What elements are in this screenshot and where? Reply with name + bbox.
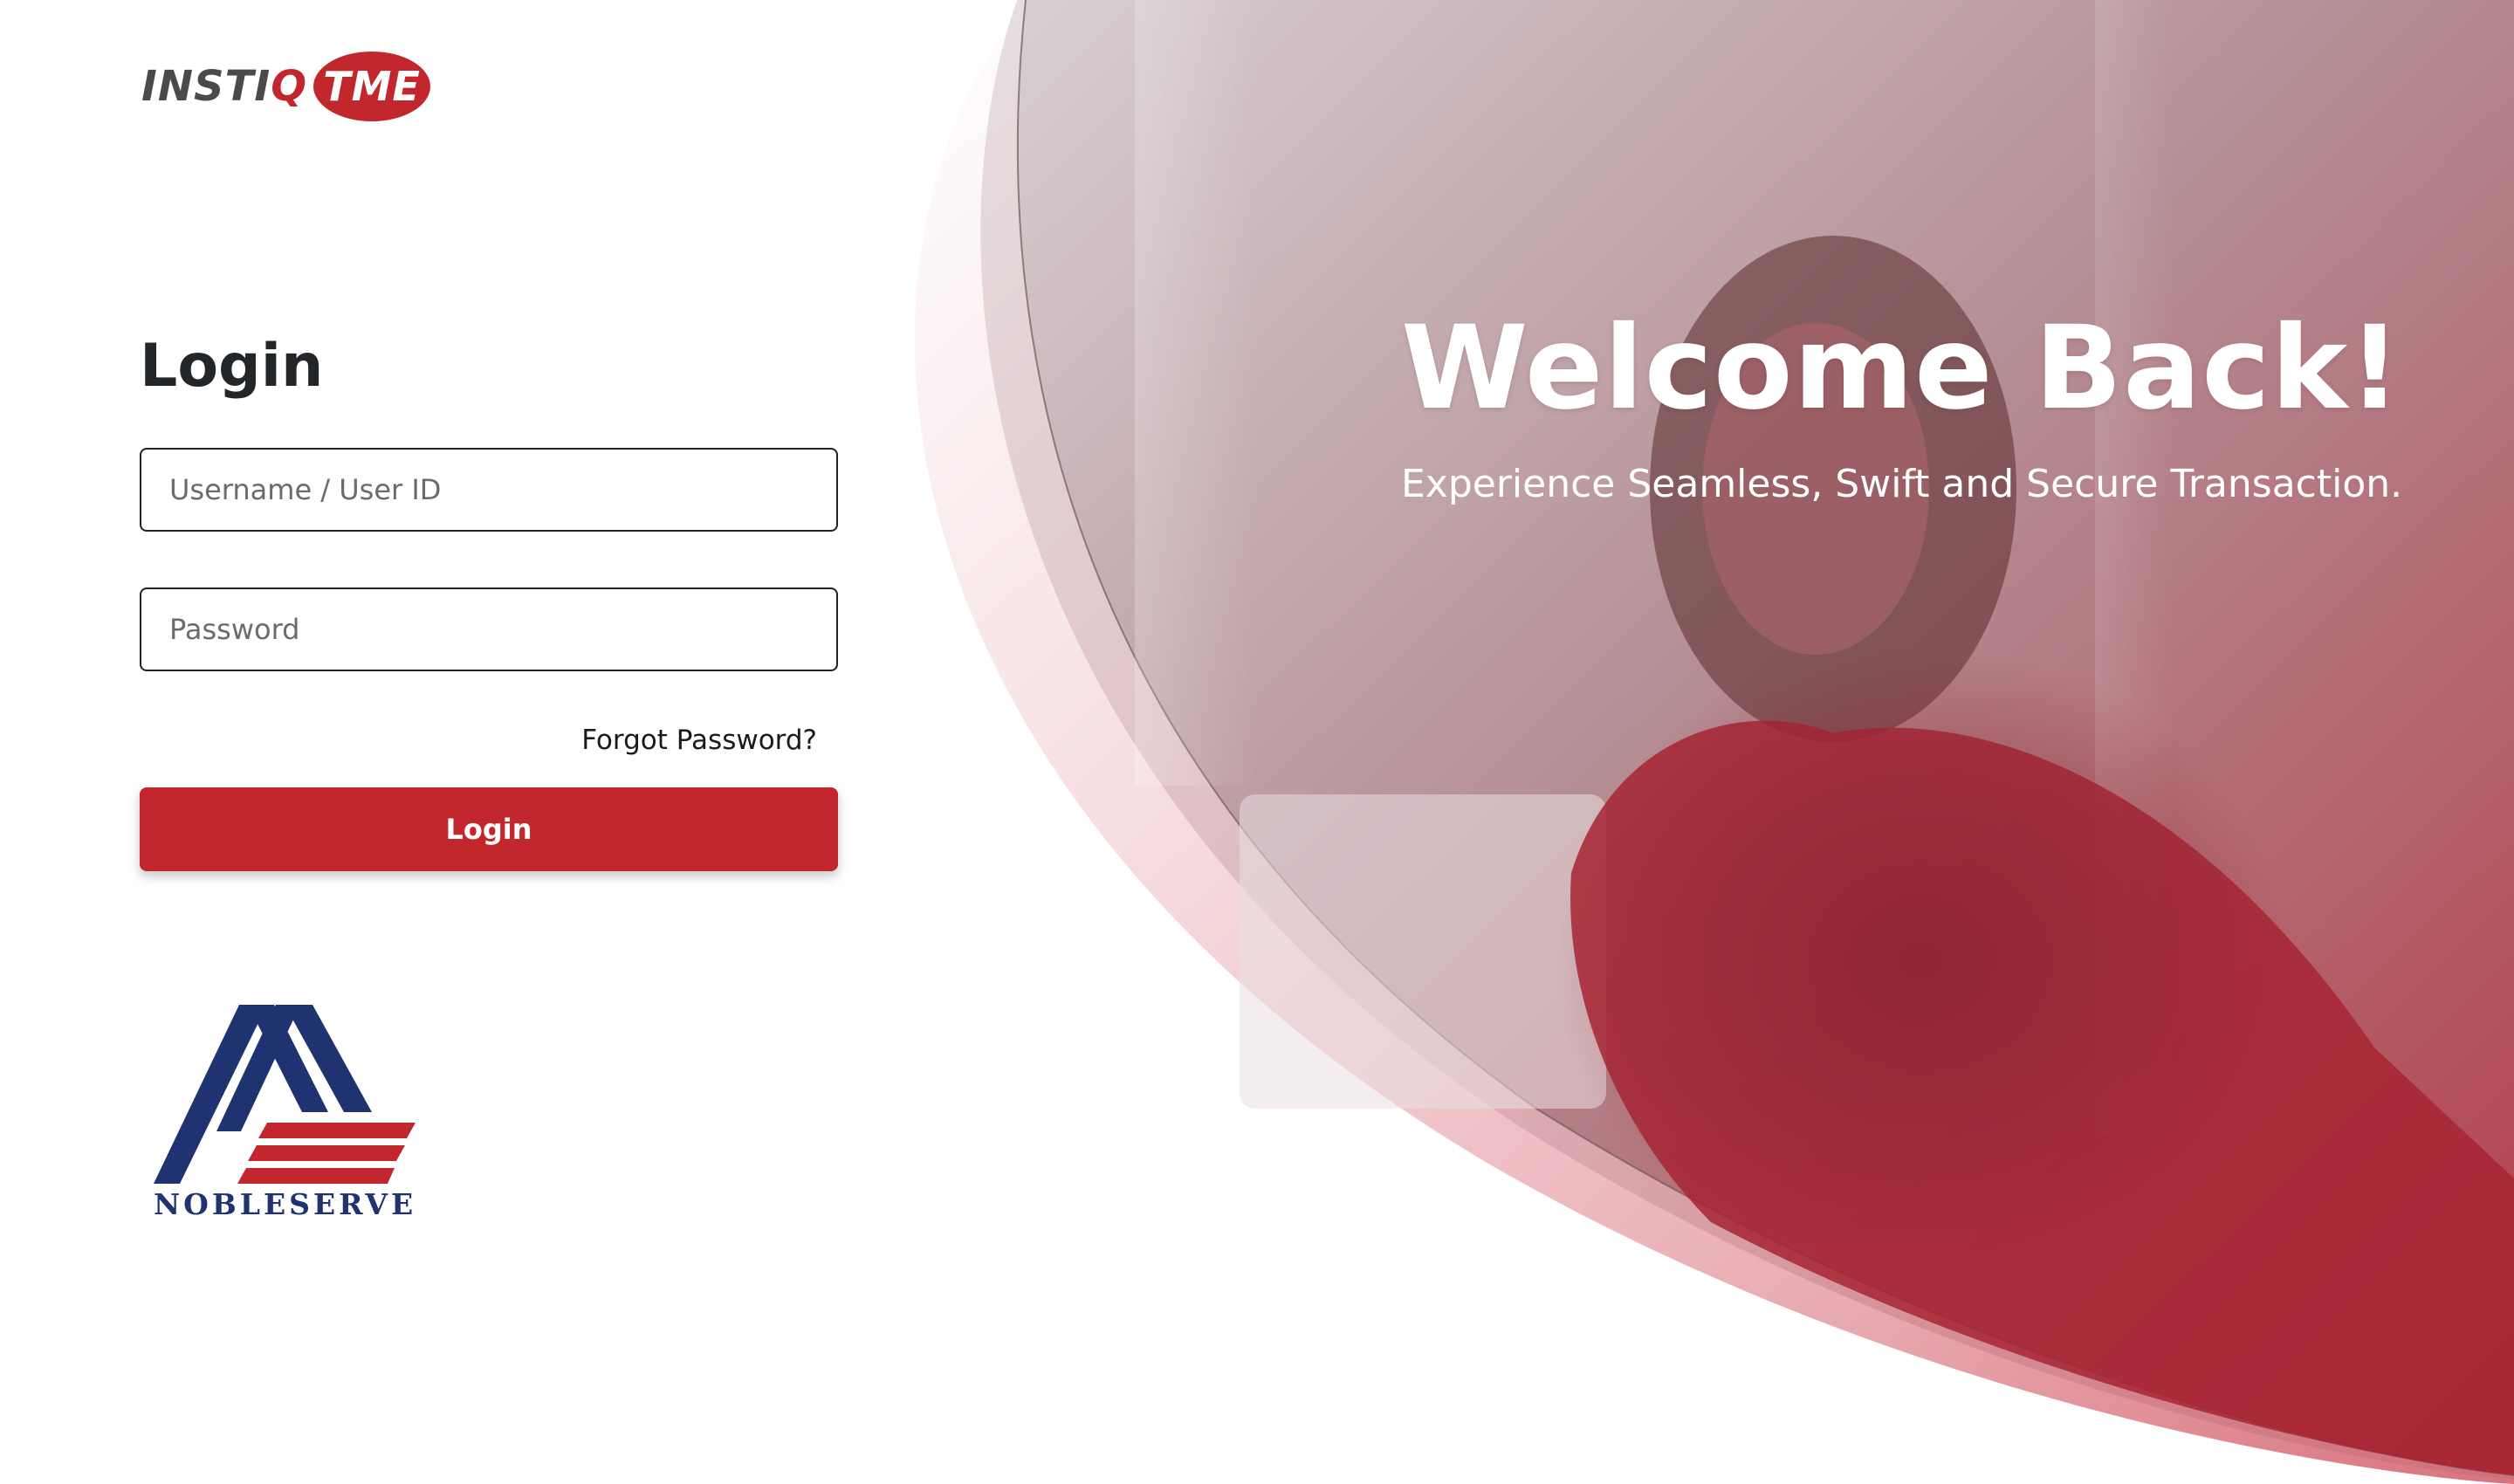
logo-pill: TME [313, 52, 431, 121]
login-button[interactable]: Login [140, 787, 838, 871]
password-input[interactable] [140, 587, 838, 671]
nobleserve-emblem-icon [154, 1005, 416, 1184]
login-title: Login [140, 332, 324, 401]
logo-text: INSTI [141, 62, 271, 111]
forgot-password-link[interactable]: Forgot Password? [489, 725, 817, 756]
hero-background [915, 0, 2514, 1484]
nobleserve-logo: NOBLESERVE [154, 1000, 424, 1227]
nobleserve-name: NOBLESERVE [154, 1187, 417, 1221]
insitqtme-logo: INSTI Q TME [141, 49, 431, 124]
hero-subtitle: Experience Seamless, Swift and Secure Tr… [1401, 462, 2403, 507]
logo-q-letter: Q [271, 62, 307, 111]
username-input[interactable] [140, 448, 838, 532]
hero-banner: Welcome Back! Experience Seamless, Swift… [0, 0, 2514, 1484]
hero-title: Welcome Back! [1401, 301, 2402, 436]
login-page: Welcome Back! Experience Seamless, Swift… [0, 0, 2514, 1484]
hero-text: Welcome Back! Experience Seamless, Swift… [1401, 301, 2449, 508]
logo-pill-text: TME [323, 63, 421, 110]
